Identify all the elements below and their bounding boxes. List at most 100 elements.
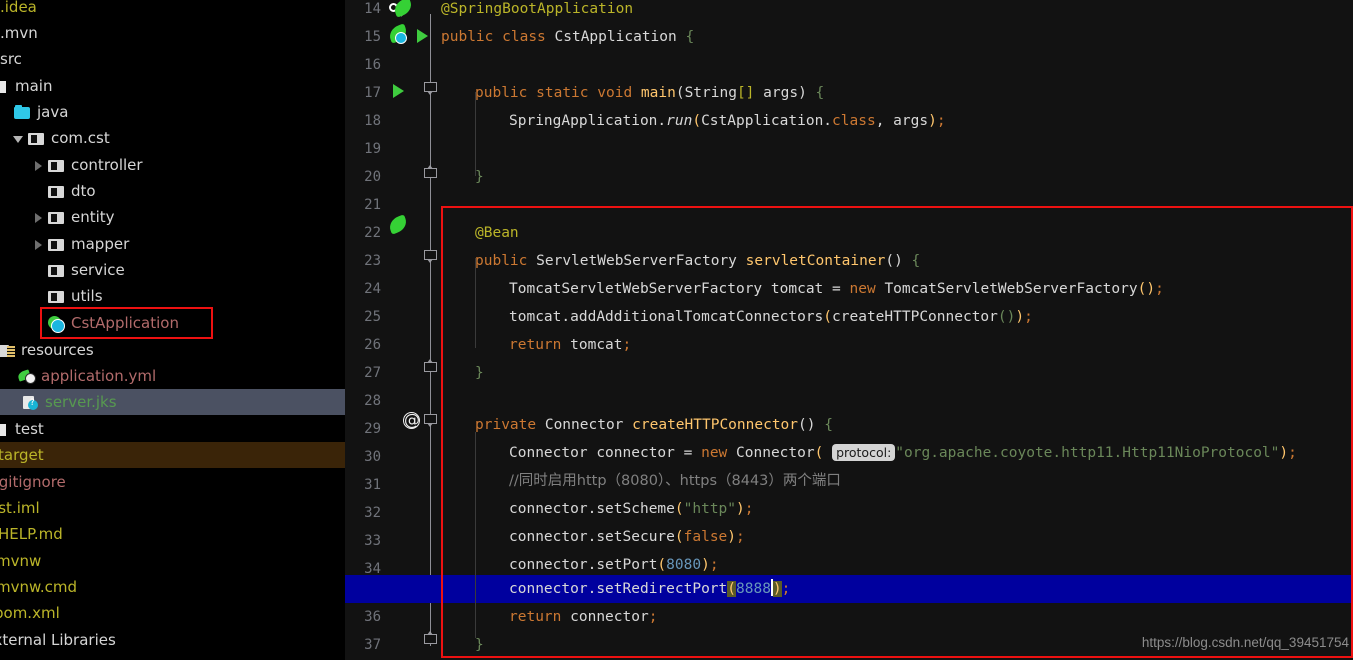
chevron-right-icon[interactable] [32, 238, 45, 251]
sidebar-item-cstapplication[interactable]: CstApplication [0, 310, 345, 336]
sidebar-item-mapper[interactable]: mapper [0, 231, 345, 257]
type-cstapplication: CstApplication [554, 29, 677, 45]
sidebar-item-entity[interactable]: entity [0, 204, 345, 230]
keyword-class-literal: class [832, 113, 876, 129]
fold-marker-open[interactable] [424, 250, 437, 263]
line-number: 26 [364, 337, 381, 353]
comment-chinese: //同时启用http（8080）、https（8443）两个端口 [509, 473, 841, 489]
line-number: 29 [364, 421, 381, 437]
code-line-20[interactable]: } [475, 163, 484, 191]
sidebar-item-idea[interactable]: .idea [0, 0, 345, 20]
code-editor[interactable]: 14 15 16 17 18 19 20 21 22 23 24 25 26 2… [345, 0, 1353, 660]
code-line-15[interactable]: public class CstApplication { [441, 23, 694, 51]
line-number: 18 [364, 113, 381, 129]
sidebar-item-main[interactable]: main [0, 73, 345, 99]
sidebar-item-service[interactable]: service [0, 257, 345, 283]
sidebar-item-mvn[interactable]: .mvn [0, 20, 345, 46]
module-icon [0, 421, 9, 438]
project-tree-sidebar[interactable]: .idea .mvn src main java com.cst control… [0, 0, 345, 660]
keyword-return: return [509, 337, 562, 353]
sidebar-item-com-cst[interactable]: com.cst [0, 125, 345, 151]
spring-bean-icon[interactable] [386, 214, 410, 235]
editor-gutter[interactable]: 14 15 16 17 18 19 20 21 22 23 24 25 26 2… [345, 0, 437, 660]
chevron-right-icon[interactable] [32, 211, 45, 224]
indent-guide [475, 432, 476, 638]
run-icon[interactable] [417, 29, 428, 43]
code-line-22[interactable]: @Bean [475, 219, 519, 247]
chevron-down-icon[interactable] [12, 132, 25, 145]
type-cstapplication: CstApplication [701, 113, 824, 129]
code-line-25[interactable]: tomcat.addAdditionalTomcatConnectors(cre… [509, 303, 1033, 331]
sidebar-item-src[interactable]: src [0, 46, 345, 72]
fold-marker-open[interactable] [424, 82, 437, 95]
line-number: 30 [364, 449, 381, 465]
fold-marker-close[interactable] [424, 359, 437, 375]
line-number: 32 [364, 505, 381, 521]
sidebar-item-resources[interactable]: resources [0, 337, 345, 363]
sidebar-item-label: dto [71, 182, 96, 200]
line-number: 15 [364, 29, 381, 45]
code-line-24[interactable]: TomcatServletWebServerFactory tomcat = n… [509, 275, 1164, 303]
folder-icon [14, 104, 31, 121]
code-line-14[interactable]: @SpringBootApplication [441, 0, 633, 23]
parameter-hint-badge: protocol: [832, 444, 896, 461]
sidebar-item-mvnw[interactable]: mvnw [0, 548, 345, 574]
annotation-bean: @Bean [475, 225, 519, 241]
sidebar-item-dto[interactable]: dto [0, 178, 345, 204]
sidebar-item-pom-xml[interactable]: pom.xml [0, 600, 345, 626]
code-line-18[interactable]: SpringApplication.run(CstApplication.cla… [509, 107, 946, 135]
string-protocol: "org.apache.coyote.http11.Http11NioProto… [895, 445, 1280, 461]
fold-marker-close[interactable] [424, 631, 437, 647]
code-line-37[interactable]: } [475, 631, 484, 659]
sidebar-item-test[interactable]: test [0, 416, 345, 442]
sidebar-item-target[interactable]: target [0, 442, 345, 468]
chevron-right-icon[interactable] [32, 159, 45, 172]
code-line-36[interactable]: return connector; [509, 603, 657, 631]
code-line-30[interactable]: Connector connector = new Connector( pro… [509, 439, 1297, 467]
var-connector: connector [509, 501, 588, 517]
package-icon [48, 236, 65, 253]
code-line-27[interactable]: } [475, 359, 484, 387]
sidebar-item-server-jks[interactable]: ? server.jks [0, 389, 345, 415]
code-line-17[interactable]: public static void main(String[] args) { [475, 79, 824, 107]
code-line-26[interactable]: return tomcat; [509, 331, 631, 359]
sidebar-item-gitignore[interactable]: .gitignore [0, 469, 345, 495]
code-line-23[interactable]: public ServletWebServerFactory servletCo… [475, 247, 920, 275]
sidebar-item-application-yml[interactable]: application.yml [0, 363, 345, 389]
annotation-at-icon[interactable]: @ [403, 412, 420, 429]
arg-args: args [893, 113, 929, 129]
keyword-public: public [441, 29, 494, 45]
sidebar-item-external-libraries[interactable]: External Libraries [0, 627, 345, 653]
method-setsecure: setSecure [596, 529, 675, 545]
method-createhttpconnector: createHTTPConnector [832, 309, 998, 325]
spring-class-icon[interactable] [395, 32, 407, 44]
code-line-35[interactable]: connector.setRedirectPort(8888); [509, 575, 790, 603]
line-number: 27 [364, 365, 381, 381]
sidebar-item-label: controller [71, 156, 143, 174]
method-setscheme: setScheme [596, 501, 675, 517]
code-line-31[interactable]: //同时启用http（8080）、https（8443）两个端口 [509, 467, 841, 495]
var-connector: connector [509, 581, 588, 597]
sidebar-item-label: service [71, 261, 125, 279]
code-line-32[interactable]: connector.setScheme("http"); [509, 495, 753, 523]
fold-marker-open[interactable] [424, 414, 437, 427]
run-icon[interactable] [393, 84, 404, 98]
sidebar-item-help-md[interactable]: HELP.md [0, 521, 345, 547]
sidebar-item-label: application.yml [41, 367, 157, 385]
package-icon [48, 288, 65, 305]
sidebar-item-cst-iml[interactable]: cst.iml [0, 495, 345, 521]
sidebar-item-utils[interactable]: utils [0, 283, 345, 309]
module-icon [0, 78, 9, 95]
resources-folder-icon [0, 342, 15, 359]
sidebar-item-mvnw-cmd[interactable]: mvnw.cmd [0, 574, 345, 600]
var-connector: connector [596, 445, 675, 461]
sidebar-item-controller[interactable]: controller [0, 152, 345, 178]
sidebar-item-java[interactable]: java [0, 99, 345, 125]
sidebar-item-label: cst.iml [0, 499, 40, 517]
fold-marker-close[interactable] [424, 165, 437, 181]
code-line-29[interactable]: private Connector createHTTPConnector() … [475, 411, 833, 439]
ide-window: .idea .mvn src main java com.cst control… [0, 0, 1353, 660]
sidebar-item-label: server.jks [45, 393, 117, 411]
var-connector: connector [509, 557, 588, 573]
code-line-33[interactable]: connector.setSecure(false); [509, 523, 745, 551]
